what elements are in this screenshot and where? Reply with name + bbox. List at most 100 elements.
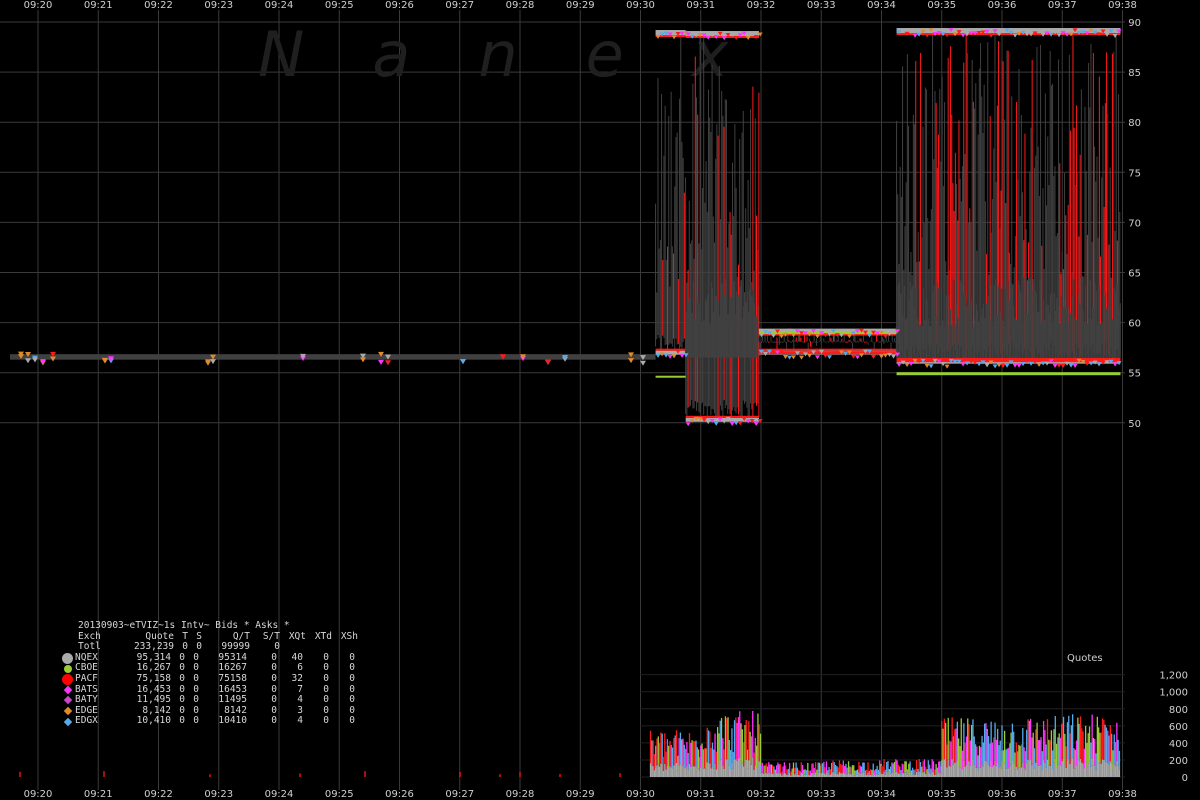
quote-marker xyxy=(786,355,792,360)
quote-marker xyxy=(878,354,884,359)
stats-row-cell: 4 xyxy=(297,715,303,727)
stats-row-edge: EDGE 8,142 0 0 8142 0 3 0 0 xyxy=(63,705,358,717)
quote-marker xyxy=(705,420,711,425)
volume-tick-label: 200 xyxy=(1169,756,1188,767)
volume-tick-label: 1,200 xyxy=(1159,671,1188,682)
quote-marker xyxy=(790,355,796,360)
quote-marker xyxy=(460,359,466,365)
x-tick-label: 09:36 xyxy=(988,0,1017,11)
x-tick-label: 09:26 xyxy=(385,789,414,800)
quote-marker xyxy=(908,361,914,366)
quote-marker xyxy=(1060,363,1066,368)
x-tick-label: 09:20 xyxy=(24,789,53,800)
diamond-marker-icon xyxy=(63,717,73,726)
quote-marker xyxy=(1004,363,1010,368)
quote-marker xyxy=(984,363,990,368)
x-tick-label: 09:21 xyxy=(84,789,113,800)
stats-row-cell: 0 xyxy=(271,715,277,727)
quote-marker xyxy=(667,354,673,359)
quote-marker xyxy=(679,353,685,358)
quote-marker xyxy=(360,357,366,363)
quote-marker xyxy=(850,354,856,359)
x-tick-label: 09:32 xyxy=(747,789,776,800)
quote-marker xyxy=(960,33,966,38)
stats-row-cell: 0 xyxy=(179,672,185,684)
circle-marker-icon xyxy=(64,664,72,673)
quote-marker xyxy=(944,364,950,369)
x-tick-label: 09:34 xyxy=(867,0,896,11)
y-tick-label: 75 xyxy=(1128,168,1141,179)
quote-marker xyxy=(924,33,930,38)
quote-marker xyxy=(890,354,896,359)
quote-marker xyxy=(882,353,888,358)
volume-tick-label: 1,000 xyxy=(1159,688,1188,699)
y-tick-label: 55 xyxy=(1128,369,1141,380)
x-tick-label: 09:38 xyxy=(1108,789,1137,800)
x-tick-label: 09:33 xyxy=(807,789,836,800)
x-tick-label: 09:27 xyxy=(445,789,474,800)
x-tick-label: 09:29 xyxy=(566,789,595,800)
quote-marker xyxy=(1028,361,1034,366)
quote-marker xyxy=(1084,361,1090,366)
diamond-marker-icon xyxy=(63,685,73,695)
x-tick-label: 09:37 xyxy=(1048,789,1077,800)
volume-tick-label: 600 xyxy=(1169,722,1188,733)
quote-marker xyxy=(870,354,876,359)
volume-chart-title: Quotes xyxy=(1067,653,1103,664)
quote-marker xyxy=(826,355,832,360)
cboe-line xyxy=(655,375,686,378)
quote-marker xyxy=(846,334,852,339)
quote-marker xyxy=(904,362,910,367)
stats-row-pacf: PACF 75,158 0 0 75158 0 32 0 0 xyxy=(62,672,358,685)
y-tick-label: 70 xyxy=(1128,218,1141,229)
y-axis-price: 50 55 60 65 70 75 80 85 90 xyxy=(1128,18,1141,430)
quote-marker xyxy=(663,353,669,358)
x-tick-label: 09:35 xyxy=(927,0,956,11)
diamond-marker-icon xyxy=(63,706,73,716)
x-tick-label: 09:20 xyxy=(24,0,53,11)
stats-row-cell: 0 xyxy=(179,715,185,727)
stats-total-row: Totl 233,239 0 0 99999 0 xyxy=(64,642,358,653)
stats-row-cell: 0 xyxy=(193,715,199,727)
quote-marker xyxy=(671,354,677,359)
watermark: Nanex xyxy=(258,18,797,91)
quote-marker xyxy=(1000,363,1006,368)
quote-marker xyxy=(685,422,691,427)
quote-marker xyxy=(1016,363,1022,368)
quote-marker xyxy=(976,362,982,367)
stats-header-cell: XTd xyxy=(314,630,332,642)
quote-marker xyxy=(1096,362,1102,367)
stats-row-cell: 0 xyxy=(323,672,329,684)
x-tick-label: 09:21 xyxy=(84,0,113,11)
x-tick-label: 09:24 xyxy=(265,789,294,800)
stats-row-cell: 75158 xyxy=(218,672,247,684)
x-tick-label: 09:36 xyxy=(988,789,1017,800)
x-tick-label: 09:30 xyxy=(626,0,655,11)
x-tick-label: 09:32 xyxy=(747,0,776,11)
y-tick-label: 85 xyxy=(1128,68,1141,79)
quote-marker xyxy=(912,33,918,38)
stats-header-cell: XQt xyxy=(288,630,306,642)
x-tick-label: 09:34 xyxy=(867,789,896,800)
quote-marker xyxy=(814,355,820,360)
x-tick-label: 09:23 xyxy=(204,0,233,11)
stats-row-cell: 0 xyxy=(323,715,329,727)
stats-row-cell: 10410 xyxy=(218,715,247,727)
quote-marker xyxy=(858,353,864,358)
x-tick-label: 09:22 xyxy=(144,789,173,800)
x-tick-label: 09:23 xyxy=(204,789,233,800)
x-tick-label: 09:22 xyxy=(144,0,173,11)
y-axis-volume: 0 200 400 600 800 1,000 1,200 xyxy=(1159,671,1188,784)
quote-marker xyxy=(806,353,812,358)
stats-row-cell: 75,158 xyxy=(136,672,171,684)
x-tick-label: 09:25 xyxy=(325,0,354,11)
x-tick-label: 09:25 xyxy=(325,789,354,800)
x-tick-label: 09:31 xyxy=(686,789,715,800)
x-axis-bottom: 09:20 09:21 09:22 09:23 09:24 09:25 09:26 09:27… xyxy=(24,789,1137,800)
quote-marker xyxy=(385,360,391,366)
stats-row-edgx: EDGX 10,410 0 0 10410 0 4 0 0 xyxy=(63,715,358,727)
stats-row-cboe: CBOE 16,267 0 0 16267 0 6 0 0 xyxy=(64,663,358,674)
volume-tick-label: 0 xyxy=(1182,773,1188,784)
stats-row-cell: PACF xyxy=(75,672,98,684)
x-tick-label: 09:37 xyxy=(1048,0,1077,11)
